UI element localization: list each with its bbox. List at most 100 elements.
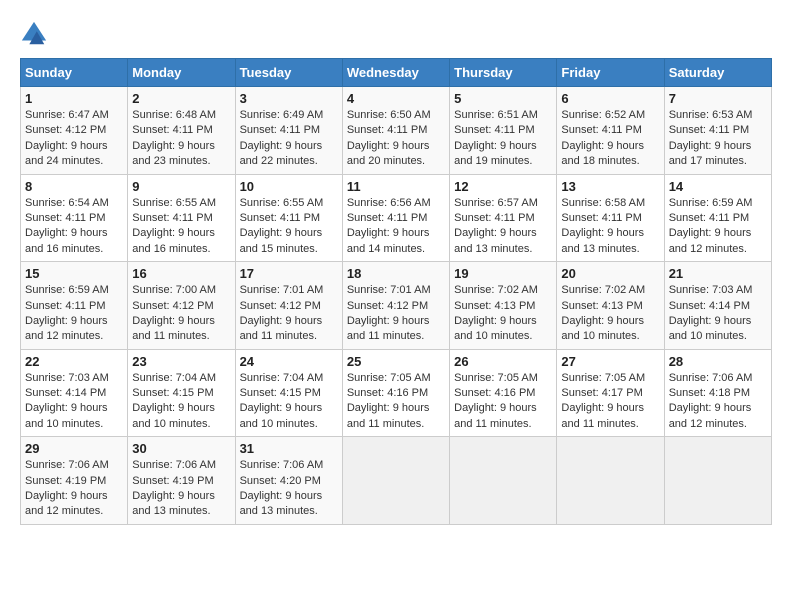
day-info: Sunrise: 6:58 AM Sunset: 4:11 PM Dayligh…	[561, 196, 659, 258]
day-cell: 16 Sunrise: 7:00 AM Sunset: 4:12 PM Dayl…	[128, 262, 235, 350]
day-cell: 21 Sunrise: 7:03 AM Sunset: 4:14 PM Dayl…	[664, 262, 771, 350]
day-cell: 23 Sunrise: 7:04 AM Sunset: 4:15 PM Dayl…	[128, 349, 235, 437]
logo	[20, 20, 52, 48]
day-cell: 12 Sunrise: 6:57 AM Sunset: 4:11 PM Dayl…	[450, 174, 557, 262]
day-number: 18	[347, 266, 445, 281]
day-cell: 9 Sunrise: 6:55 AM Sunset: 4:11 PM Dayli…	[128, 174, 235, 262]
day-number: 16	[132, 266, 230, 281]
day-number: 25	[347, 354, 445, 369]
day-number: 31	[240, 441, 338, 456]
day-number: 26	[454, 354, 552, 369]
header-cell-tuesday: Tuesday	[235, 59, 342, 87]
day-cell: 10 Sunrise: 6:55 AM Sunset: 4:11 PM Dayl…	[235, 174, 342, 262]
day-number: 15	[25, 266, 123, 281]
day-cell: 14 Sunrise: 6:59 AM Sunset: 4:11 PM Dayl…	[664, 174, 771, 262]
page-header	[20, 20, 772, 48]
day-cell: 1 Sunrise: 6:47 AM Sunset: 4:12 PM Dayli…	[21, 87, 128, 175]
day-info: Sunrise: 6:56 AM Sunset: 4:11 PM Dayligh…	[347, 196, 445, 258]
day-info: Sunrise: 7:05 AM Sunset: 4:17 PM Dayligh…	[561, 371, 659, 433]
day-cell	[557, 437, 664, 525]
day-info: Sunrise: 7:01 AM Sunset: 4:12 PM Dayligh…	[240, 283, 338, 345]
day-info: Sunrise: 7:06 AM Sunset: 4:19 PM Dayligh…	[25, 458, 123, 520]
day-cell: 2 Sunrise: 6:48 AM Sunset: 4:11 PM Dayli…	[128, 87, 235, 175]
day-info: Sunrise: 6:53 AM Sunset: 4:11 PM Dayligh…	[669, 108, 767, 170]
day-number: 23	[132, 354, 230, 369]
day-number: 13	[561, 179, 659, 194]
day-info: Sunrise: 6:49 AM Sunset: 4:11 PM Dayligh…	[240, 108, 338, 170]
day-info: Sunrise: 7:06 AM Sunset: 4:18 PM Dayligh…	[669, 371, 767, 433]
header-row: SundayMondayTuesdayWednesdayThursdayFrid…	[21, 59, 772, 87]
day-cell: 25 Sunrise: 7:05 AM Sunset: 4:16 PM Dayl…	[342, 349, 449, 437]
logo-icon	[20, 20, 48, 48]
day-cell	[664, 437, 771, 525]
day-info: Sunrise: 6:51 AM Sunset: 4:11 PM Dayligh…	[454, 108, 552, 170]
day-info: Sunrise: 7:06 AM Sunset: 4:19 PM Dayligh…	[132, 458, 230, 520]
day-info: Sunrise: 6:55 AM Sunset: 4:11 PM Dayligh…	[132, 196, 230, 258]
day-cell: 4 Sunrise: 6:50 AM Sunset: 4:11 PM Dayli…	[342, 87, 449, 175]
day-info: Sunrise: 7:00 AM Sunset: 4:12 PM Dayligh…	[132, 283, 230, 345]
day-info: Sunrise: 7:05 AM Sunset: 4:16 PM Dayligh…	[347, 371, 445, 433]
day-cell: 5 Sunrise: 6:51 AM Sunset: 4:11 PM Dayli…	[450, 87, 557, 175]
day-number: 9	[132, 179, 230, 194]
day-info: Sunrise: 6:47 AM Sunset: 4:12 PM Dayligh…	[25, 108, 123, 170]
week-row-3: 15 Sunrise: 6:59 AM Sunset: 4:11 PM Dayl…	[21, 262, 772, 350]
day-info: Sunrise: 7:03 AM Sunset: 4:14 PM Dayligh…	[669, 283, 767, 345]
calendar-table: SundayMondayTuesdayWednesdayThursdayFrid…	[20, 58, 772, 525]
day-info: Sunrise: 6:52 AM Sunset: 4:11 PM Dayligh…	[561, 108, 659, 170]
day-info: Sunrise: 6:59 AM Sunset: 4:11 PM Dayligh…	[25, 283, 123, 345]
day-cell: 26 Sunrise: 7:05 AM Sunset: 4:16 PM Dayl…	[450, 349, 557, 437]
day-number: 28	[669, 354, 767, 369]
day-info: Sunrise: 6:55 AM Sunset: 4:11 PM Dayligh…	[240, 196, 338, 258]
day-cell: 27 Sunrise: 7:05 AM Sunset: 4:17 PM Dayl…	[557, 349, 664, 437]
day-number: 4	[347, 91, 445, 106]
day-number: 27	[561, 354, 659, 369]
day-number: 14	[669, 179, 767, 194]
day-cell: 20 Sunrise: 7:02 AM Sunset: 4:13 PM Dayl…	[557, 262, 664, 350]
day-info: Sunrise: 6:50 AM Sunset: 4:11 PM Dayligh…	[347, 108, 445, 170]
day-number: 21	[669, 266, 767, 281]
day-cell: 19 Sunrise: 7:02 AM Sunset: 4:13 PM Dayl…	[450, 262, 557, 350]
header-cell-wednesday: Wednesday	[342, 59, 449, 87]
day-info: Sunrise: 7:06 AM Sunset: 4:20 PM Dayligh…	[240, 458, 338, 520]
day-number: 3	[240, 91, 338, 106]
day-number: 2	[132, 91, 230, 106]
day-number: 30	[132, 441, 230, 456]
week-row-2: 8 Sunrise: 6:54 AM Sunset: 4:11 PM Dayli…	[21, 174, 772, 262]
day-cell: 18 Sunrise: 7:01 AM Sunset: 4:12 PM Dayl…	[342, 262, 449, 350]
day-number: 24	[240, 354, 338, 369]
day-number: 8	[25, 179, 123, 194]
day-info: Sunrise: 6:48 AM Sunset: 4:11 PM Dayligh…	[132, 108, 230, 170]
day-number: 5	[454, 91, 552, 106]
day-number: 17	[240, 266, 338, 281]
day-cell: 11 Sunrise: 6:56 AM Sunset: 4:11 PM Dayl…	[342, 174, 449, 262]
day-cell: 17 Sunrise: 7:01 AM Sunset: 4:12 PM Dayl…	[235, 262, 342, 350]
day-info: Sunrise: 7:05 AM Sunset: 4:16 PM Dayligh…	[454, 371, 552, 433]
week-row-1: 1 Sunrise: 6:47 AM Sunset: 4:12 PM Dayli…	[21, 87, 772, 175]
day-number: 29	[25, 441, 123, 456]
week-row-5: 29 Sunrise: 7:06 AM Sunset: 4:19 PM Dayl…	[21, 437, 772, 525]
day-number: 10	[240, 179, 338, 194]
day-cell: 7 Sunrise: 6:53 AM Sunset: 4:11 PM Dayli…	[664, 87, 771, 175]
day-cell: 29 Sunrise: 7:06 AM Sunset: 4:19 PM Dayl…	[21, 437, 128, 525]
day-cell: 30 Sunrise: 7:06 AM Sunset: 4:19 PM Dayl…	[128, 437, 235, 525]
header-cell-sunday: Sunday	[21, 59, 128, 87]
day-cell: 8 Sunrise: 6:54 AM Sunset: 4:11 PM Dayli…	[21, 174, 128, 262]
day-number: 22	[25, 354, 123, 369]
header-cell-saturday: Saturday	[664, 59, 771, 87]
day-info: Sunrise: 7:02 AM Sunset: 4:13 PM Dayligh…	[561, 283, 659, 345]
day-number: 6	[561, 91, 659, 106]
week-row-4: 22 Sunrise: 7:03 AM Sunset: 4:14 PM Dayl…	[21, 349, 772, 437]
day-info: Sunrise: 6:59 AM Sunset: 4:11 PM Dayligh…	[669, 196, 767, 258]
day-info: Sunrise: 7:04 AM Sunset: 4:15 PM Dayligh…	[132, 371, 230, 433]
header-cell-friday: Friday	[557, 59, 664, 87]
day-number: 11	[347, 179, 445, 194]
day-cell: 6 Sunrise: 6:52 AM Sunset: 4:11 PM Dayli…	[557, 87, 664, 175]
header-cell-thursday: Thursday	[450, 59, 557, 87]
day-info: Sunrise: 6:57 AM Sunset: 4:11 PM Dayligh…	[454, 196, 552, 258]
day-cell: 31 Sunrise: 7:06 AM Sunset: 4:20 PM Dayl…	[235, 437, 342, 525]
day-info: Sunrise: 7:01 AM Sunset: 4:12 PM Dayligh…	[347, 283, 445, 345]
day-info: Sunrise: 7:03 AM Sunset: 4:14 PM Dayligh…	[25, 371, 123, 433]
calendar-header: SundayMondayTuesdayWednesdayThursdayFrid…	[21, 59, 772, 87]
day-number: 7	[669, 91, 767, 106]
day-number: 12	[454, 179, 552, 194]
